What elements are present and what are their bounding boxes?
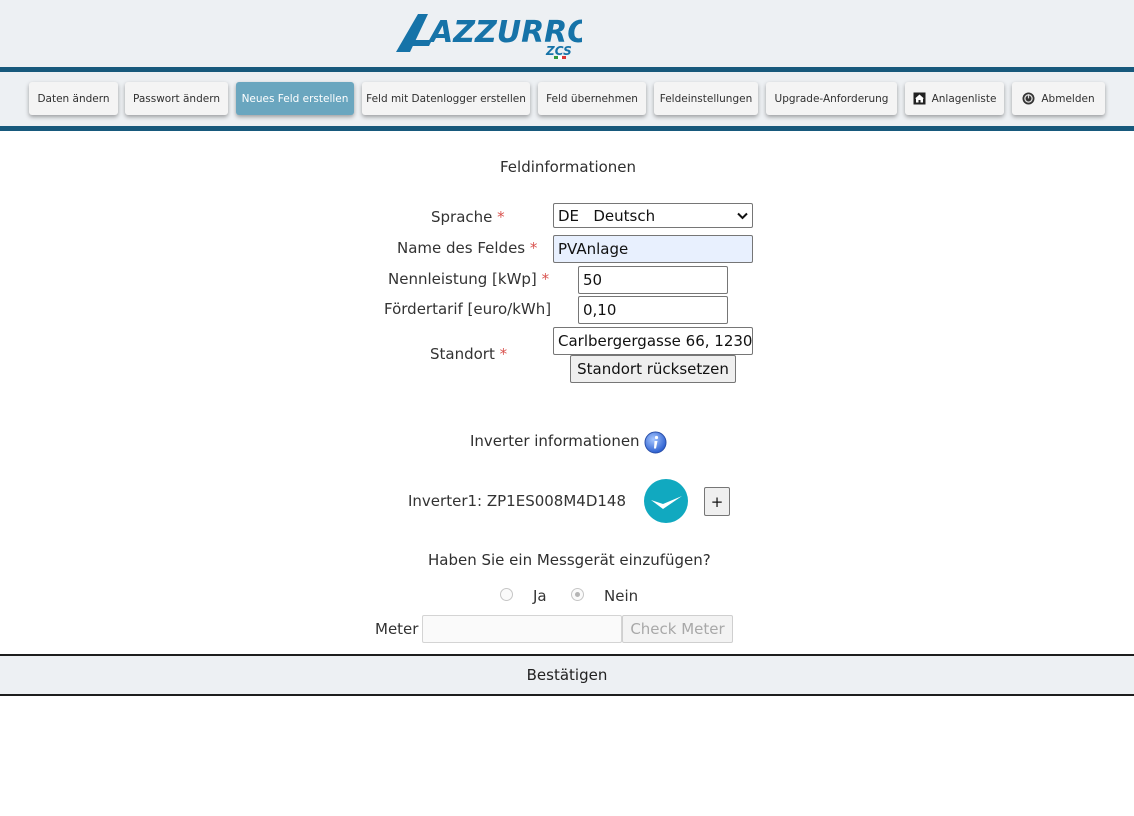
nominal-power-input[interactable]: 50: [578, 266, 728, 294]
nav-neues-feld-erstellen[interactable]: Neues Feld erstellen: [236, 82, 354, 115]
reset-location-button[interactable]: Standort rücksetzen: [570, 355, 736, 383]
meter-label: Meter: [375, 620, 419, 638]
nav-feldeinstellungen[interactable]: Feldeinstellungen: [654, 82, 758, 115]
nav-divider: [0, 126, 1134, 131]
meter-input[interactable]: [422, 615, 622, 643]
location-label: Standort *: [430, 345, 508, 363]
home-icon: [913, 92, 926, 105]
nav-anlagenliste[interactable]: Anlagenliste: [905, 82, 1004, 115]
info-icon[interactable]: [644, 431, 667, 454]
tariff-input[interactable]: 0,10: [578, 296, 728, 324]
confirm-button[interactable]: Bestätigen: [0, 654, 1134, 696]
meter-no-radio[interactable]: [571, 588, 584, 601]
location-input[interactable]: Carlbergergasse 66, 1230: [553, 327, 753, 355]
nav-abmelden[interactable]: Abmelden: [1012, 82, 1105, 115]
inverter-item-label: Inverter1: ZP1ES008M4D148: [408, 492, 627, 510]
form-title: Feldinformationen: [500, 158, 637, 176]
nominal-power-label: Nennleistung [kWp] *: [388, 270, 550, 288]
nav-upgrade-anforderung[interactable]: Upgrade-Anforderung: [766, 82, 897, 115]
check-meter-button[interactable]: Check Meter: [622, 615, 733, 643]
language-select[interactable]: DE Deutsch: [553, 203, 753, 228]
meter-yes-label: Ja: [533, 587, 547, 605]
nav-daten-aendern[interactable]: Daten ändern: [29, 82, 118, 115]
nav-feld-mit-datenlogger[interactable]: Feld mit Datenlogger erstellen: [362, 82, 530, 115]
header: AZZURRO ZCS: [0, 0, 1134, 67]
meter-no-label: Nein: [604, 587, 639, 605]
nav-passwort-aendern[interactable]: Passwort ändern: [125, 82, 228, 115]
add-inverter-button[interactable]: +: [704, 487, 730, 516]
field-name-label: Name des Feldes *: [397, 239, 538, 257]
nav-bar: Daten ändern Passwort ändern Neues Feld …: [0, 72, 1134, 126]
check-circle-icon: [644, 479, 688, 523]
field-name-input[interactable]: PVAnlage: [553, 235, 753, 263]
meter-question: Haben Sie ein Messgerät einzufügen?: [428, 551, 711, 569]
nav-feld-uebernehmen[interactable]: Feld übernehmen: [538, 82, 646, 115]
azzurro-logo[interactable]: AZZURRO ZCS: [396, 10, 582, 60]
tariff-label: Fördertarif [euro/kWh]: [384, 300, 552, 318]
inverter-title: Inverter informationen: [470, 432, 640, 450]
svg-text:ZCS: ZCS: [545, 44, 572, 58]
meter-yes-radio[interactable]: [500, 588, 513, 601]
language-label: Sprache *: [431, 208, 505, 226]
power-icon: [1022, 92, 1035, 105]
chevron-down-icon: [737, 212, 748, 219]
